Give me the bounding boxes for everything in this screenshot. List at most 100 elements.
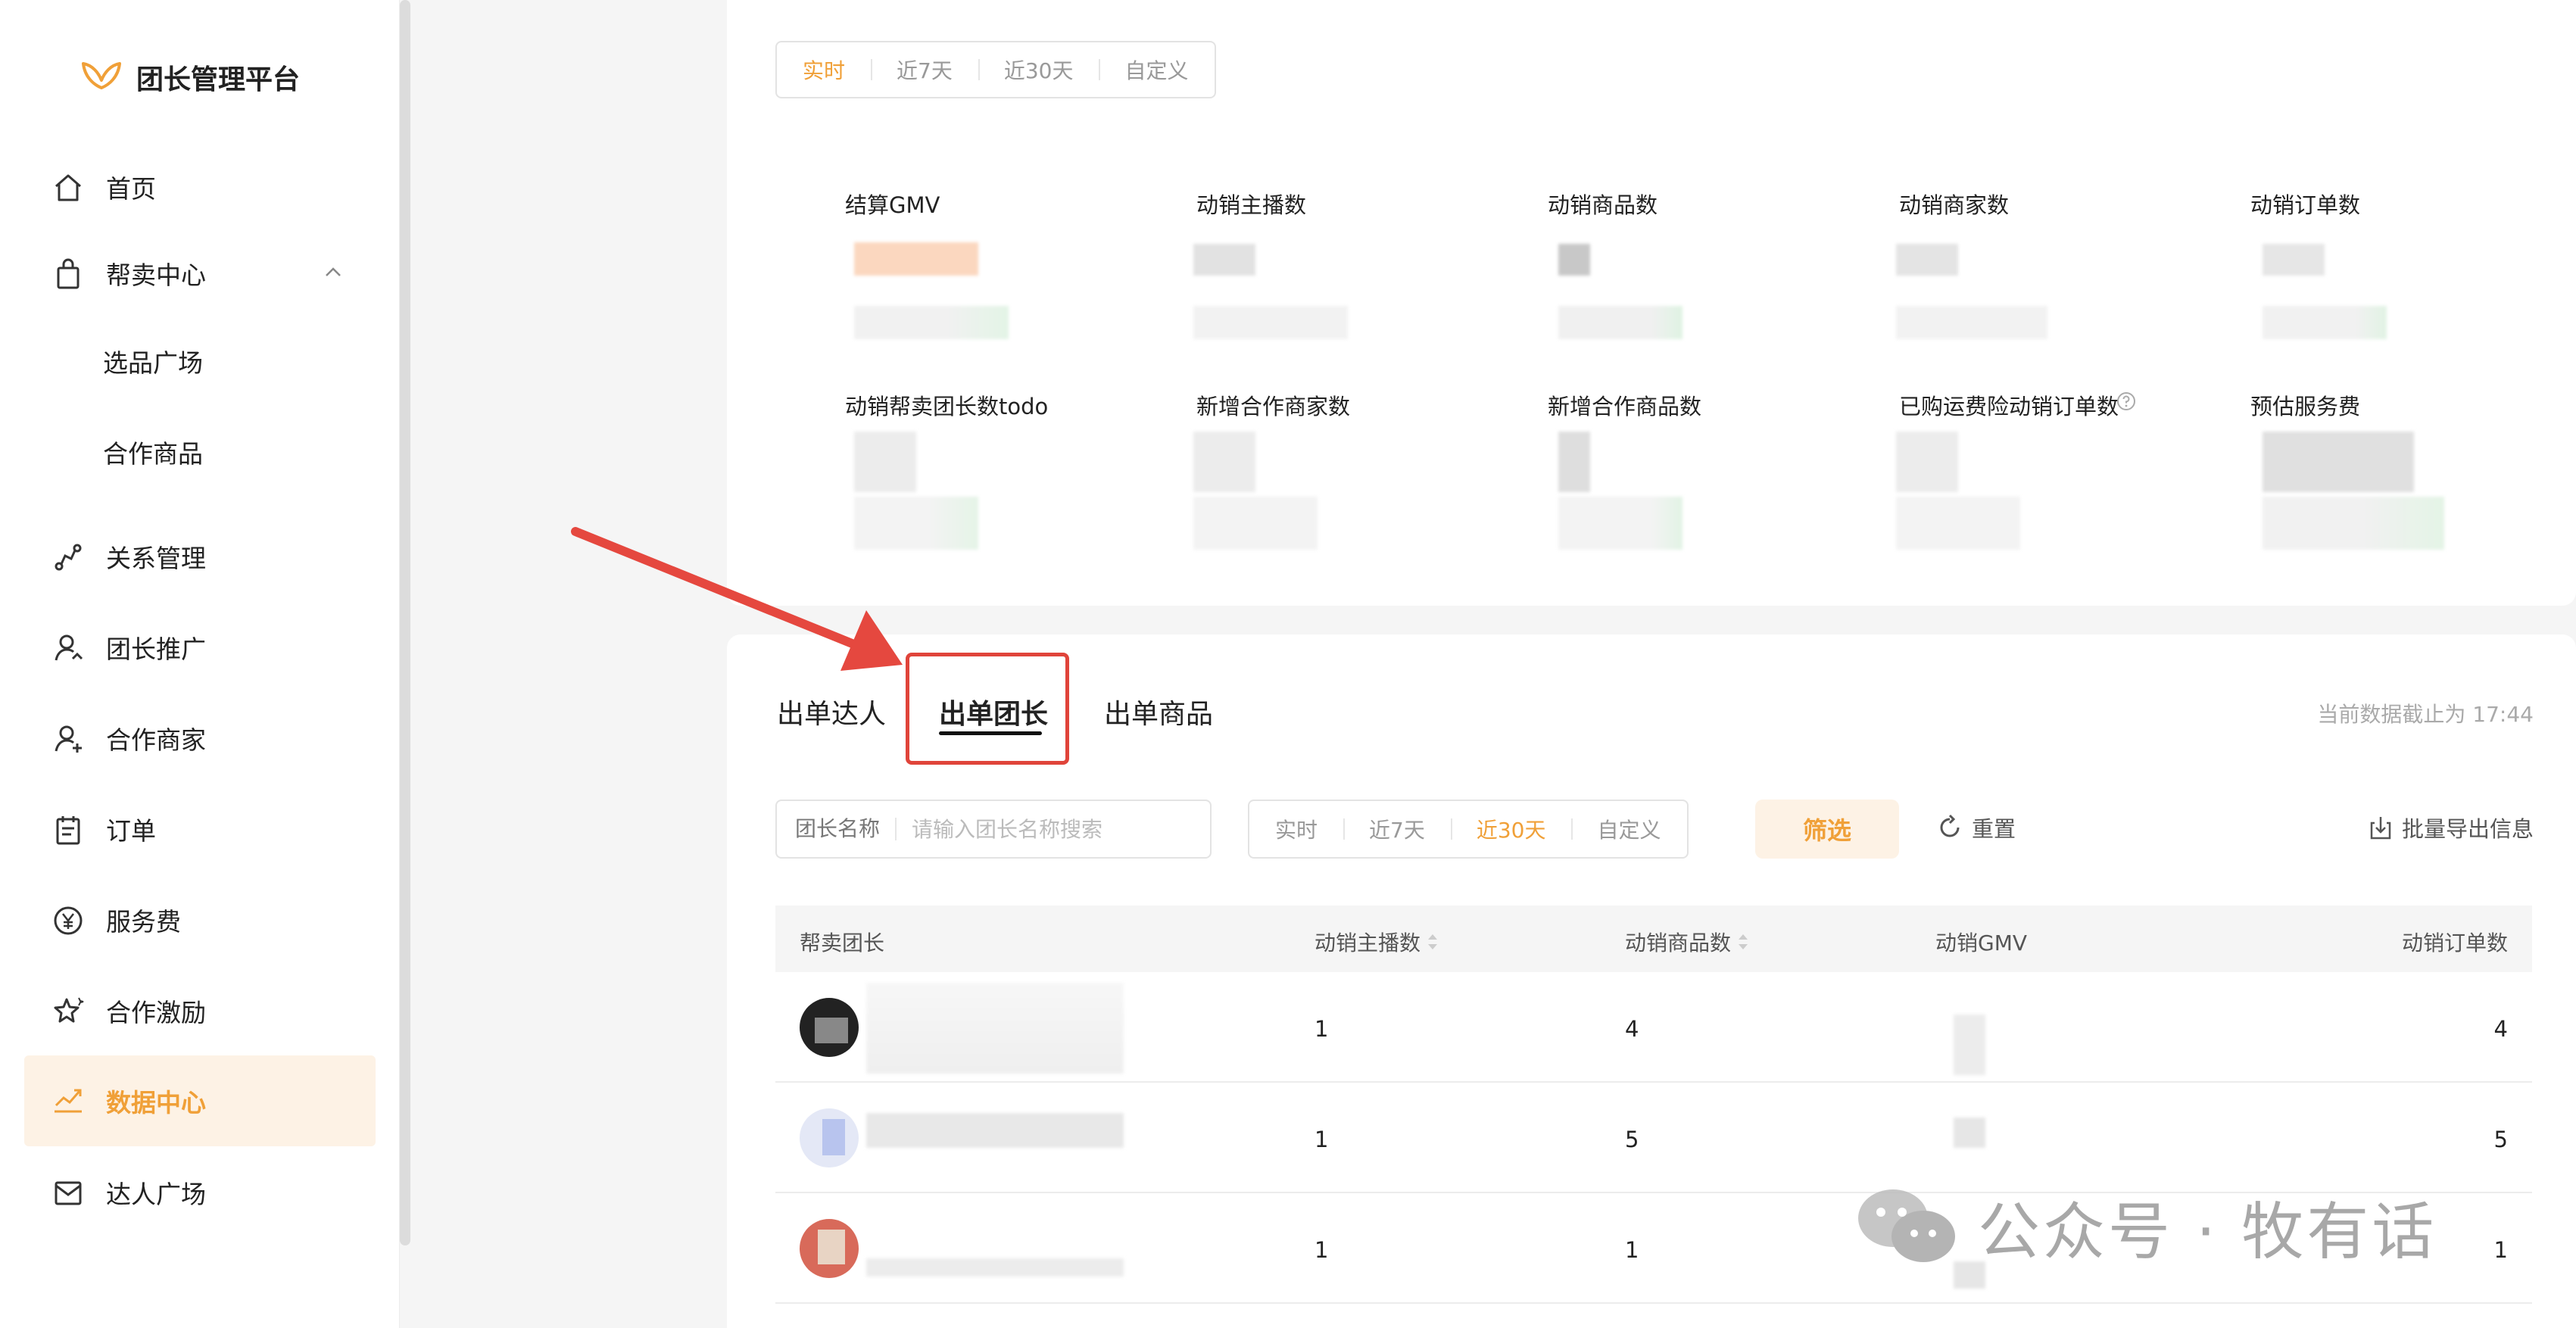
cell-anchors: 1 bbox=[1315, 1237, 1329, 1263]
relation-icon bbox=[55, 544, 82, 571]
redacted-value bbox=[1558, 432, 1590, 492]
metric-label: 动销商品数 bbox=[1548, 192, 1658, 218]
sidebar-item-relations[interactable]: 关系管理 bbox=[0, 522, 400, 591]
help-icon[interactable] bbox=[2116, 391, 2137, 412]
sidebar-item-label: 订单 bbox=[106, 816, 156, 846]
metric-label: 已购运费险动销订单数 bbox=[1899, 394, 2119, 419]
reset-label: 重置 bbox=[1972, 816, 2016, 842]
home-icon bbox=[55, 174, 81, 201]
redacted-value bbox=[2263, 244, 2325, 276]
data-cutoff-time: 当前数据截止为 17:44 bbox=[2317, 702, 2534, 727]
redacted-value bbox=[1558, 306, 1683, 339]
redacted-value bbox=[1896, 244, 1958, 276]
time-option-custom[interactable]: 自定义 bbox=[1571, 814, 1686, 844]
shopping-bag-icon bbox=[57, 258, 80, 289]
sidebar-scrollbar[interactable] bbox=[400, 0, 410, 1245]
time-option-realtime[interactable]: 实时 bbox=[777, 55, 871, 85]
tab-talent-orders[interactable]: 出单达人 bbox=[777, 692, 886, 731]
sort-icon[interactable] bbox=[1428, 934, 1438, 949]
redacted-value bbox=[854, 497, 978, 550]
metric-label: 预估服务费 bbox=[2250, 394, 2361, 419]
sidebar-item-label: 选品广场 bbox=[103, 348, 203, 378]
metric-label: 动销商家数 bbox=[1899, 192, 2010, 218]
time-option-realtime[interactable]: 实时 bbox=[1249, 814, 1343, 844]
cell-products: 1 bbox=[1625, 1237, 1639, 1263]
sidebar-item-service-fee[interactable]: 服务费 bbox=[0, 886, 400, 954]
search-input[interactable] bbox=[912, 816, 1200, 842]
sidebar-item-label: 达人广场 bbox=[106, 1180, 206, 1209]
time-option-7d[interactable]: 近7天 bbox=[1343, 814, 1451, 844]
time-option-30d[interactable]: 近30天 bbox=[1450, 814, 1572, 844]
cell-anchors: 1 bbox=[1315, 1016, 1329, 1042]
redacted-value bbox=[1193, 244, 1255, 276]
chevron-up-icon[interactable] bbox=[323, 262, 344, 283]
trend-icon bbox=[55, 1089, 82, 1113]
redacted-value bbox=[2263, 432, 2414, 492]
redacted-value bbox=[1193, 306, 1348, 339]
cell-products: 4 bbox=[1625, 1016, 1639, 1042]
mail-icon bbox=[55, 1181, 82, 1205]
butterfly-logo-icon bbox=[82, 62, 121, 89]
sidebar-item-label: 首页 bbox=[106, 174, 156, 204]
sidebar-item-product-plaza[interactable]: 选品广场 bbox=[0, 327, 400, 395]
brand-logo: 团长管理平台 bbox=[79, 55, 300, 100]
cell-orders: 1 bbox=[2493, 1237, 2508, 1263]
redacted-value bbox=[1558, 497, 1683, 550]
tab-product-orders[interactable]: 出单商品 bbox=[1104, 692, 1213, 731]
sidebar-item-help-sell[interactable]: 帮卖中心 bbox=[0, 239, 400, 307]
filter-button[interactable]: 筛选 bbox=[1755, 800, 1899, 859]
sidebar-item-promotion[interactable]: 团长推广 bbox=[0, 613, 400, 681]
search-field-label: 团长名称 bbox=[777, 818, 897, 840]
clipboard-icon bbox=[56, 816, 80, 845]
redacted-name bbox=[866, 983, 1124, 1074]
sidebar-item-label: 团长推广 bbox=[106, 634, 206, 664]
redacted-value bbox=[1896, 432, 1958, 492]
cell-orders: 5 bbox=[2493, 1127, 2508, 1152]
time-option-30d[interactable]: 近30天 bbox=[978, 55, 1099, 85]
sidebar-item-label: 合作激励 bbox=[106, 998, 206, 1027]
star-icon bbox=[54, 997, 84, 1023]
cell-anchors: 1 bbox=[1315, 1127, 1329, 1152]
sidebar-item-incentive[interactable]: 合作激励 bbox=[0, 977, 400, 1045]
metric-label: 动销主播数 bbox=[1196, 192, 1307, 218]
detail-time-filter: 实时 近7天 近30天 自定义 bbox=[1248, 800, 1689, 859]
redacted-value bbox=[854, 432, 916, 492]
export-button[interactable]: 批量导出信息 bbox=[2367, 812, 2534, 843]
sidebar-item-orders[interactable]: 订单 bbox=[0, 795, 400, 863]
yen-icon bbox=[54, 906, 83, 935]
sidebar-item-talent-plaza[interactable]: 达人广场 bbox=[0, 1158, 400, 1227]
sidebar-item-data-center[interactable]: 数据中心 bbox=[24, 1055, 376, 1146]
reset-button[interactable]: 重置 bbox=[1935, 812, 2016, 843]
redacted-name bbox=[866, 1258, 1124, 1277]
metric-label: 动销订单数 bbox=[2250, 192, 2361, 218]
time-option-custom[interactable]: 自定义 bbox=[1099, 55, 1214, 85]
watermark: 公众号 · 牧有话 bbox=[1854, 1181, 2437, 1271]
redacted-value bbox=[1896, 306, 2047, 339]
table-row[interactable]: 1 4 4 bbox=[775, 972, 2532, 1083]
cell-products: 5 bbox=[1625, 1127, 1639, 1152]
redacted-gmv bbox=[1954, 1015, 1985, 1075]
redacted-value bbox=[1193, 432, 1255, 492]
sidebar-item-label: 帮卖中心 bbox=[106, 260, 206, 290]
table-row[interactable]: 1 5 5 bbox=[775, 1083, 2532, 1193]
sidebar-item-merchants[interactable]: 合作商家 bbox=[0, 704, 400, 772]
redacted-value bbox=[1896, 497, 2020, 550]
highlight-box bbox=[906, 653, 1069, 765]
sidebar-item-label: 数据中心 bbox=[106, 1088, 206, 1118]
redacted-value bbox=[854, 306, 1009, 339]
column-header-sortable[interactable]: 动销主播数 bbox=[1315, 927, 1438, 957]
export-label: 批量导出信息 bbox=[2401, 816, 2534, 842]
time-option-7d[interactable]: 近7天 bbox=[871, 55, 978, 85]
sidebar-item-coop-products[interactable]: 合作商品 bbox=[0, 418, 400, 486]
column-header-sortable[interactable]: 动销商品数 bbox=[1625, 927, 1748, 957]
wechat-icon bbox=[1858, 1189, 1955, 1262]
cell-orders: 4 bbox=[2493, 1016, 2508, 1042]
sort-icon[interactable] bbox=[1739, 934, 1748, 949]
redacted-value bbox=[2263, 306, 2387, 339]
sidebar-item-label: 关系管理 bbox=[106, 544, 206, 573]
metric-label: 新增合作商品数 bbox=[1548, 394, 1702, 419]
column-header: 动销GMV bbox=[1935, 931, 2028, 955]
metric-label: 新增合作商家数 bbox=[1196, 394, 1351, 419]
sidebar-item-home[interactable]: 首页 bbox=[0, 153, 400, 221]
redacted-gmv bbox=[1954, 1118, 1985, 1148]
